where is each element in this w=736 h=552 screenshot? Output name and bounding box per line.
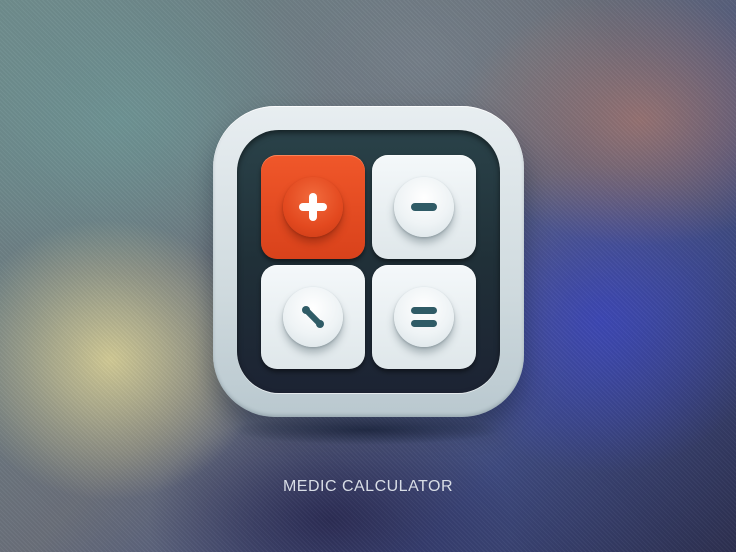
minus-icon: [411, 203, 437, 211]
plus-key[interactable]: [261, 155, 365, 259]
equals-icon: [411, 307, 437, 327]
plus-knob: [283, 177, 343, 237]
minus-knob: [394, 177, 454, 237]
percent-key[interactable]: [261, 265, 365, 369]
plus-icon: [299, 193, 327, 221]
app-icon[interactable]: [213, 106, 524, 417]
percent-knob: [283, 287, 343, 347]
percent-icon: [302, 306, 324, 328]
equals-knob: [394, 287, 454, 347]
keypad-panel: [237, 130, 500, 393]
icon-shadow: [232, 415, 502, 445]
app-caption: MEDIC CALCULATOR: [282, 478, 454, 495]
equals-key[interactable]: [372, 265, 476, 369]
minus-key[interactable]: [372, 155, 476, 259]
